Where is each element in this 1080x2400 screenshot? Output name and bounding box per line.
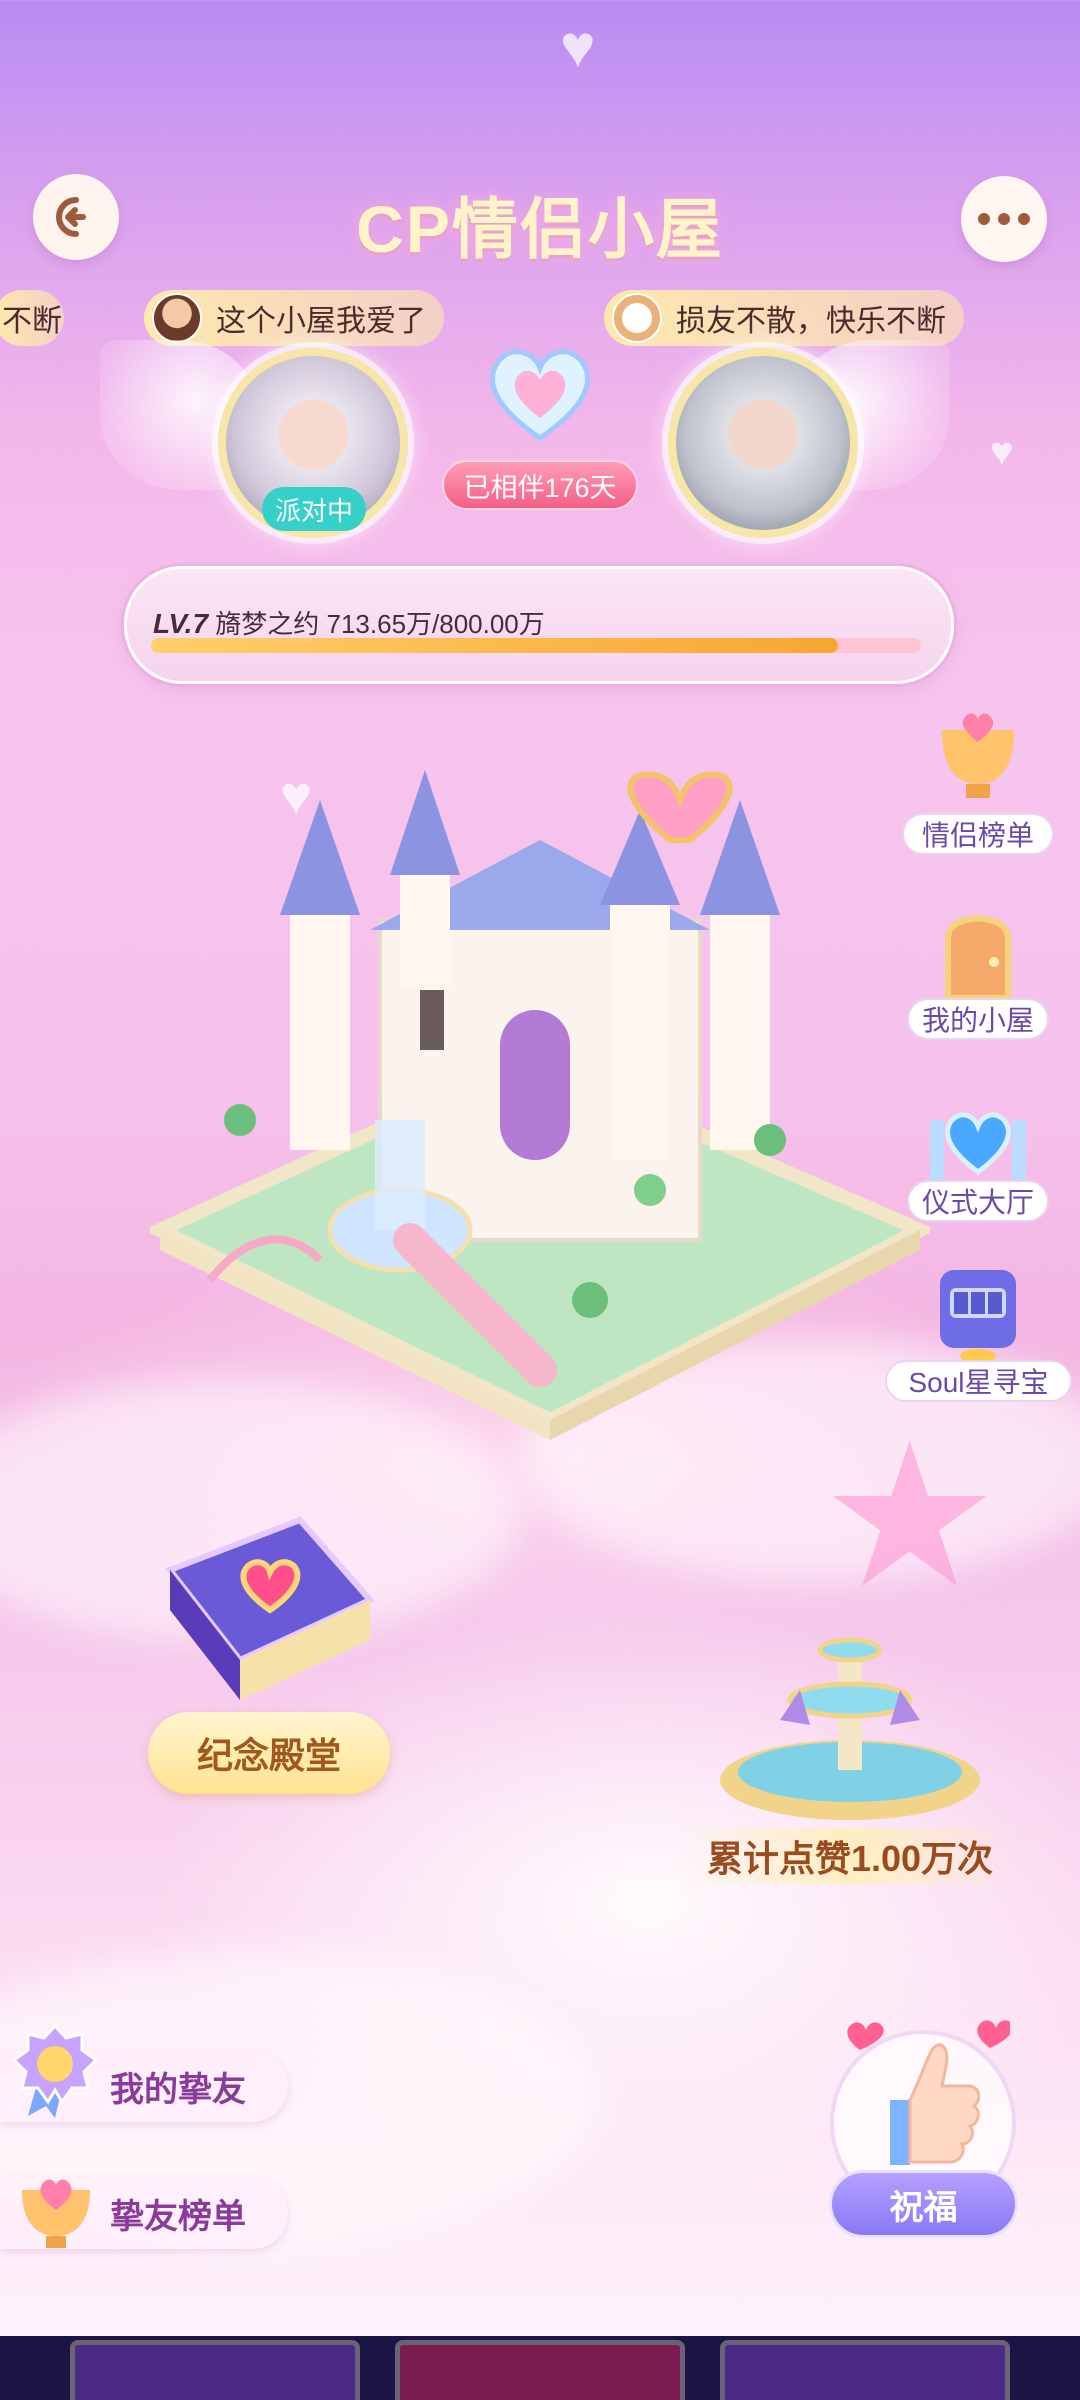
memorial-hall-button[interactable]: 纪念殿堂: [148, 1712, 390, 1794]
memorial-book-icon[interactable]: [150, 1510, 380, 1710]
days-together-badge: 已相伴176天: [442, 460, 638, 510]
couple-rank-entry[interactable]: [918, 700, 1038, 810]
slot-machine-icon: [940, 1270, 1016, 1363]
my-house-label[interactable]: 我的小屋: [907, 998, 1049, 1040]
danmaku-item: 这个小屋我爱了: [144, 290, 444, 346]
level-info: LV.7 旖梦之约 713.65万/800.00万: [153, 604, 545, 641]
total-likes-text: 累计点赞1.00万次: [680, 1828, 1020, 1884]
level-progress-text: 713.65万/800.00万: [326, 609, 545, 639]
bottom-tab[interactable]: [70, 2340, 360, 2400]
danmaku-item: 损友不散，快乐不断: [604, 290, 964, 346]
my-house-entry[interactable]: [918, 898, 1038, 1008]
level-name: 旖梦之约: [215, 609, 320, 639]
status-badge: 派对中: [262, 487, 366, 531]
danmaku-item: 不断: [0, 290, 64, 346]
trophy-heart-icon: [942, 713, 1014, 798]
danmaku-avatar: [612, 293, 662, 343]
page-title: CP情侣小屋: [356, 192, 724, 266]
avatar[interactable]: [668, 348, 858, 538]
fountain-icon[interactable]: [700, 1600, 1000, 1830]
castle-illustration[interactable]: [143, 760, 937, 1440]
danmaku-text: 损友不散，快乐不断: [676, 305, 946, 338]
soul-treasure-entry[interactable]: [918, 1258, 1038, 1368]
door-icon: [945, 915, 1011, 1001]
danmaku-avatar: [152, 293, 202, 343]
trophy-heart-icon: [8, 2150, 104, 2250]
ceremony-hall-entry[interactable]: [918, 1080, 1038, 1190]
danmaku-text: 这个小屋我爱了: [216, 305, 426, 338]
more-dots-icon: [978, 213, 1030, 225]
bless-button[interactable]: 祝福: [829, 2170, 1018, 2238]
friends-rank-label: 挚友榜单: [110, 2197, 246, 2236]
ceremony-hall-label[interactable]: 仪式大厅: [907, 1180, 1049, 1222]
more-button[interactable]: [961, 176, 1047, 262]
bottom-tab[interactable]: [720, 2340, 1010, 2400]
level-number: LV.7: [153, 608, 209, 639]
medal-icon: [10, 2020, 100, 2120]
level-progress-bar: [151, 638, 921, 653]
crystal-heart-icon: [930, 1112, 1026, 1180]
my-friends-label: 我的挚友: [110, 2070, 246, 2109]
bottom-tab[interactable]: [395, 2340, 685, 2400]
crystal-heart-icon: [476, 338, 604, 448]
heart-deco-icon: ♥: [990, 430, 1014, 474]
level-progress-fill: [151, 638, 838, 653]
soul-treasure-label[interactable]: Soul星寻宝: [885, 1360, 1072, 1402]
danmaku-text: 不断: [2, 305, 62, 338]
heart-deco-icon: ♥: [560, 13, 596, 80]
thumbs-up-icon[interactable]: [840, 2020, 1013, 2170]
couple-rank-label[interactable]: 情侣榜单: [902, 813, 1054, 855]
back-button[interactable]: [33, 174, 119, 260]
back-arrow-icon: [56, 197, 86, 237]
